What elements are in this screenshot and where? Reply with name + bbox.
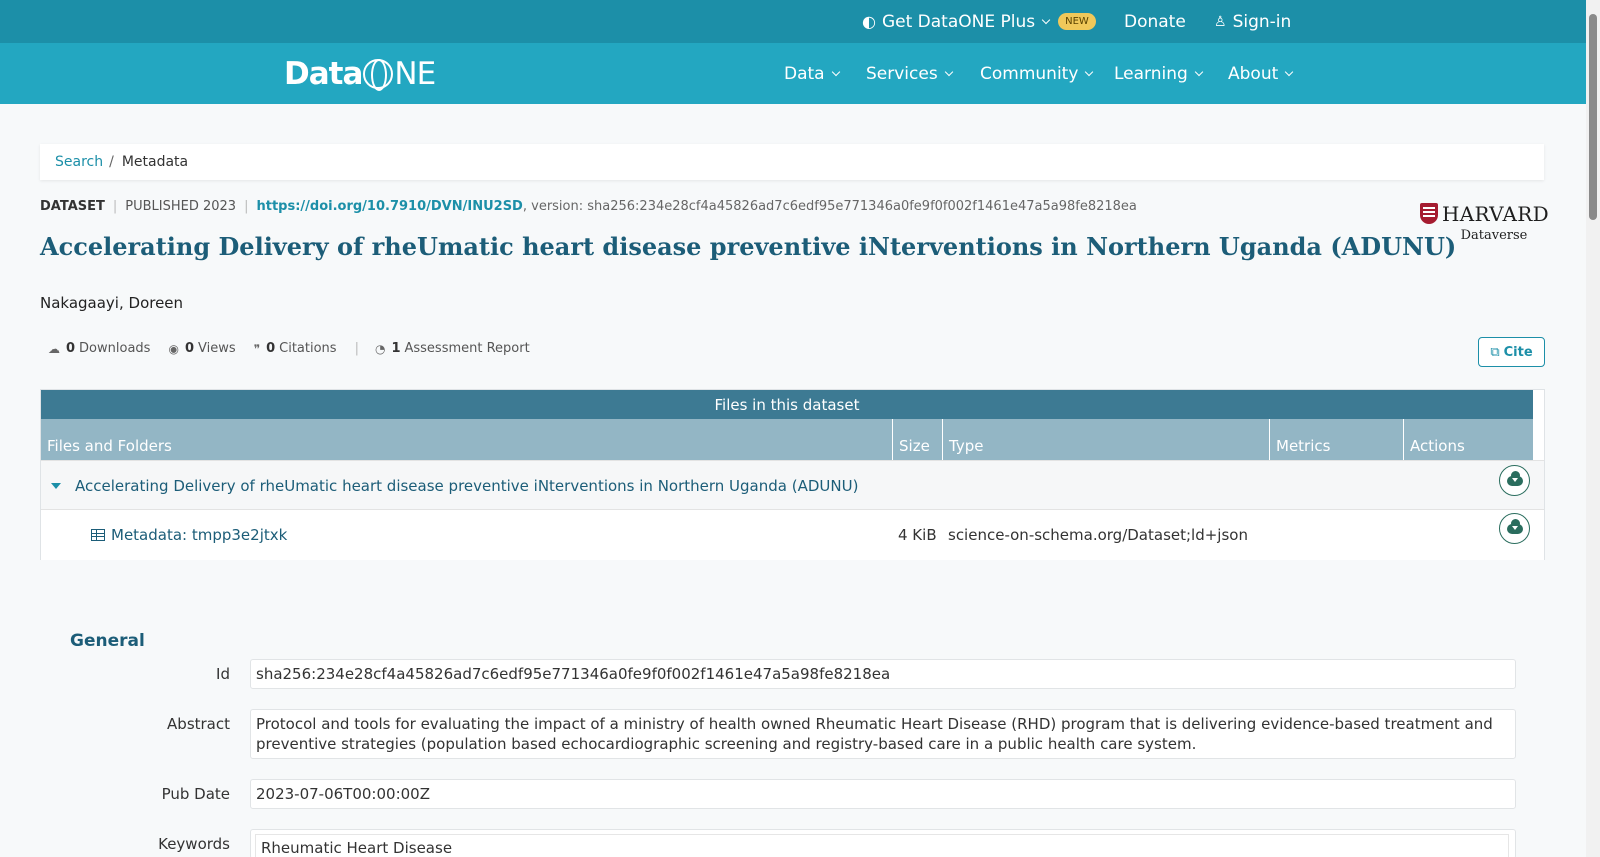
copy-icon: ⧉	[1490, 344, 1500, 360]
files-table-caption: Files in this dataset	[41, 390, 1533, 419]
column-header-size: Size	[893, 419, 943, 460]
dataone-logo[interactable]: Data NE	[284, 56, 436, 92]
donate-link[interactable]: Donate	[1124, 0, 1186, 43]
nav-about[interactable]: About	[1228, 43, 1294, 104]
assessment-report-stat[interactable]: ◔ 1 Assessment Report	[375, 341, 530, 356]
citations-stat[interactable]: ❞ 0 Citations	[254, 341, 337, 356]
cite-button[interactable]: ⧉ Cite	[1478, 337, 1545, 367]
cloud-download-icon: ☁	[48, 341, 60, 356]
nav-about-label: About	[1228, 63, 1279, 84]
globe-sparkle-icon: ◐	[862, 12, 876, 31]
column-header-metrics: Metrics	[1270, 419, 1404, 460]
nav-community-label: Community	[980, 63, 1079, 84]
nav-data-label: Data	[784, 63, 825, 84]
dataset-meta-line: DATASET | PUBLISHED 2023 | https://doi.o…	[40, 199, 1137, 214]
id-value: sha256:234e28cf4a45826ad7c6edf95e771346a…	[250, 659, 1516, 689]
scrollbar-thumb[interactable]	[1589, 14, 1597, 220]
files-table: Files in this dataset Files and Folders …	[40, 389, 1545, 560]
get-dataone-plus-label: Get DataONE Plus	[881, 11, 1036, 32]
nav-learning[interactable]: Learning	[1114, 43, 1204, 104]
repository-subname: Dataverse	[1460, 228, 1528, 243]
author-name[interactable]: Nakagaayi, Doreen	[40, 294, 183, 312]
divider: |	[354, 341, 359, 356]
gauge-icon: ◔	[374, 341, 386, 356]
breadcrumb-search-link[interactable]: Search	[55, 154, 103, 170]
chevron-down-icon	[1085, 67, 1094, 76]
citations-count: 0	[266, 341, 276, 356]
assessment-count: 1	[391, 341, 401, 356]
downloads-label: Downloads	[79, 341, 151, 356]
pubdate-value: 2023-07-06T00:00:00Z	[250, 779, 1516, 809]
nav-community[interactable]: Community	[980, 43, 1094, 104]
views-label: Views	[197, 341, 236, 356]
nav-data[interactable]: Data	[784, 43, 840, 104]
sign-in-link[interactable]: ♙ Sign-in	[1214, 0, 1291, 43]
page-scrollbar[interactable]	[1586, 0, 1600, 857]
cite-label: Cite	[1503, 344, 1533, 360]
logo-text-ne: NE	[394, 56, 436, 92]
abstract-label: Abstract	[167, 715, 230, 733]
user-icon: ♙	[1214, 13, 1227, 30]
breadcrumb-current: Metadata	[121, 154, 189, 170]
divider: |	[112, 199, 118, 214]
download-file-button[interactable]	[1499, 513, 1530, 544]
column-header-files: Files and Folders	[41, 419, 893, 460]
table-row-file[interactable]: Metadata: tmpp3e2jtxk 4 KiB science-on-s…	[41, 510, 1544, 560]
file-size: 4 KiB	[898, 525, 937, 544]
divider: |	[244, 199, 249, 214]
globe-icon	[363, 59, 394, 91]
dataset-metrics: ☁ 0 Downloads ◉ 0 Views ❞ 0 Citations | …	[48, 341, 548, 356]
keywords-box: Rheumatic Heart Disease	[250, 829, 1516, 857]
id-label: Id	[216, 665, 230, 683]
version-text: , version: sha256:234e28cf4a45826ad7c6ed…	[522, 199, 1137, 214]
harvard-shield-icon	[1420, 203, 1438, 224]
eye-icon: ◉	[168, 341, 179, 356]
nav-services-label: Services	[866, 63, 938, 84]
page-title: Accelerating Delivery of rheUmatic heart…	[40, 232, 1457, 261]
published-year: PUBLISHED 2023	[125, 199, 237, 214]
abstract-value: Protocol and tools for evaluating the im…	[250, 709, 1516, 759]
file-type: science-on-schema.org/Dataset;ld+json	[948, 525, 1248, 544]
views-count: 0	[184, 341, 194, 356]
downloads-count: 0	[66, 341, 76, 356]
chevron-down-icon	[831, 67, 840, 76]
breadcrumb: Search / Metadata	[40, 144, 1544, 180]
get-dataone-plus-menu[interactable]: ◐ Get DataONE Plus NEW	[862, 0, 1096, 43]
quote-icon: ❞	[253, 341, 261, 356]
chevron-down-icon	[944, 67, 953, 76]
repository-name: HARVARD	[1442, 202, 1549, 226]
file-name: Metadata: tmpp3e2jtxk	[111, 525, 288, 544]
keywords-label: Keywords	[158, 835, 230, 853]
table-icon	[91, 528, 105, 541]
files-table-header: Files and Folders Size Type Metrics Acti…	[41, 419, 1533, 460]
dataset-type-label: DATASET	[40, 199, 105, 214]
chevron-down-icon	[1285, 67, 1294, 76]
new-badge: NEW	[1058, 13, 1096, 30]
table-row-folder[interactable]: Accelerating Delivery of rheUmatic heart…	[41, 460, 1544, 510]
column-header-type: Type	[943, 419, 1270, 460]
cloud-download-icon	[1506, 518, 1523, 534]
nav-learning-label: Learning	[1114, 63, 1188, 84]
collapse-caret-icon[interactable]	[51, 461, 61, 510]
column-header-actions: Actions	[1410, 437, 1465, 455]
views-stat[interactable]: ◉ 0 Views	[168, 341, 235, 356]
section-heading-general: General	[70, 631, 145, 651]
breadcrumb-separator: /	[109, 154, 114, 170]
folder-name[interactable]: Accelerating Delivery of rheUmatic heart…	[75, 461, 858, 510]
file-name-cell[interactable]: Metadata: tmpp3e2jtxk	[91, 510, 287, 559]
download-folder-button[interactable]	[1499, 465, 1530, 496]
logo-text: Data	[284, 56, 363, 92]
chevron-down-icon	[1041, 15, 1051, 24]
nav-services[interactable]: Services	[866, 43, 953, 104]
pubdate-label: Pub Date	[161, 785, 230, 803]
citations-label: Citations	[279, 341, 337, 356]
downloads-stat[interactable]: ☁ 0 Downloads	[48, 341, 150, 356]
chevron-down-icon	[1194, 67, 1204, 76]
cloud-download-icon	[1506, 470, 1523, 486]
keyword-item: Rheumatic Heart Disease	[255, 834, 1509, 857]
sign-in-label: Sign-in	[1232, 11, 1292, 32]
doi-link[interactable]: https://doi.org/10.7910/DVN/INU2SD	[256, 199, 522, 214]
assessment-label: Assessment Report	[404, 341, 530, 356]
top-utility-bar: ◐ Get DataONE Plus NEW Donate ♙ Sign-in	[0, 0, 1586, 43]
